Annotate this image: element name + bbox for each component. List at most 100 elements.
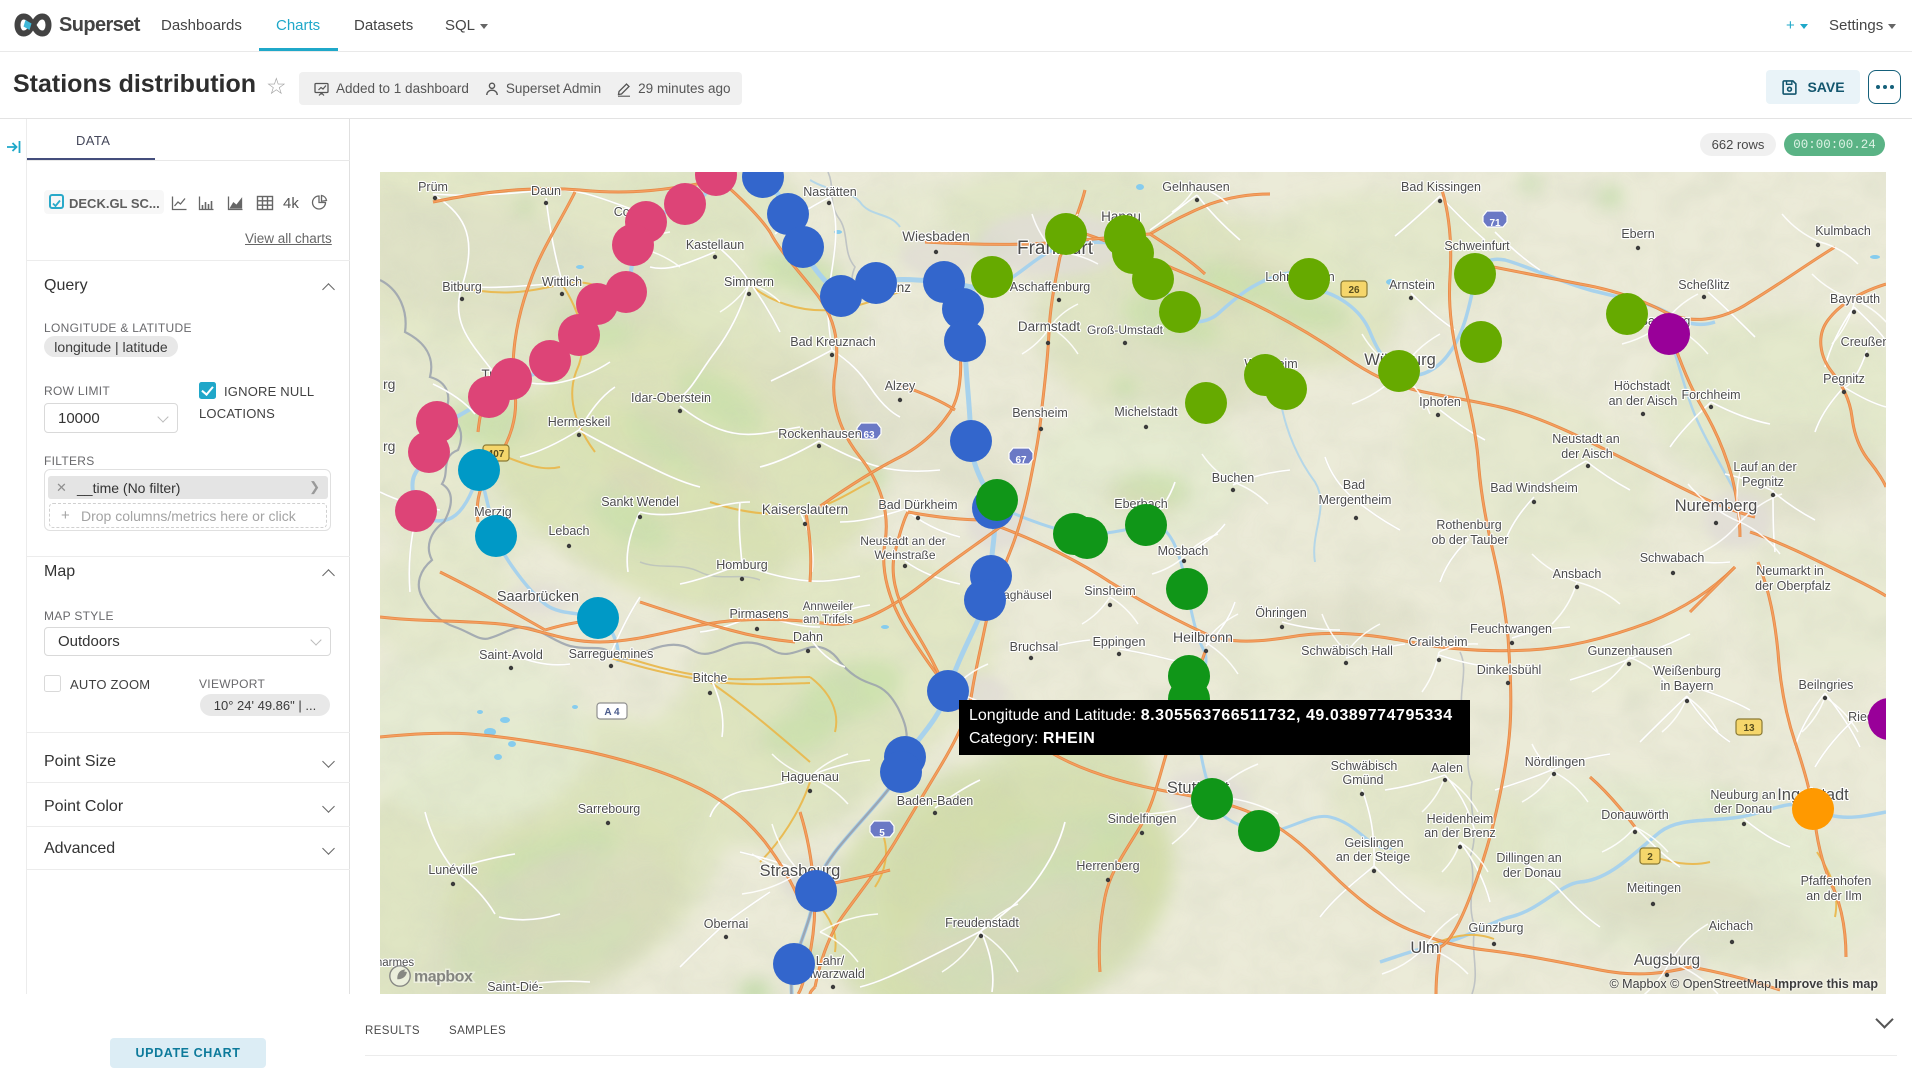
svg-text:Saint-Avold: Saint-Avold xyxy=(479,648,543,662)
svg-text:63: 63 xyxy=(863,430,875,441)
svg-text:Donauwörth: Donauwörth xyxy=(1601,808,1668,822)
svg-text:Kastellaun: Kastellaun xyxy=(686,238,744,252)
svg-text:der Oberpfalz: der Oberpfalz xyxy=(1755,579,1831,593)
svg-text:Meitingen: Meitingen xyxy=(1627,881,1681,895)
svg-text:A 4: A 4 xyxy=(604,707,620,718)
svg-text:an der Ilm: an der Ilm xyxy=(1806,889,1862,903)
svg-text:Eppingen: Eppingen xyxy=(1093,635,1146,649)
svg-text:Herrenberg: Herrenberg xyxy=(1076,859,1139,873)
svg-text:Günzburg: Günzburg xyxy=(1469,921,1524,935)
svg-text:an der Steige: an der Steige xyxy=(1336,850,1410,864)
svg-text:Öhringen: Öhringen xyxy=(1255,606,1306,620)
svg-text:Gmünd: Gmünd xyxy=(1343,773,1384,787)
svg-text:Simmern: Simmern xyxy=(724,275,774,289)
svg-text:Darmstadt: Darmstadt xyxy=(1018,319,1081,334)
svg-text:Bad: Bad xyxy=(1343,478,1365,492)
svg-text:Baden-Baden: Baden-Baden xyxy=(897,794,974,808)
svg-text:Wiesbaden: Wiesbaden xyxy=(902,229,970,244)
svg-text:Bad Dürkheim: Bad Dürkheim xyxy=(878,498,957,512)
svg-text:Neustadt an: Neustadt an xyxy=(1552,432,1619,446)
svg-text:Arnstein: Arnstein xyxy=(1389,278,1435,292)
svg-text:Creußen: Creußen xyxy=(1841,335,1886,349)
svg-text:Sindelfingen: Sindelfingen xyxy=(1108,812,1177,826)
svg-text:Bad Windsheim: Bad Windsheim xyxy=(1490,481,1578,495)
svg-text:Sarrebourg: Sarrebourg xyxy=(578,802,641,816)
svg-text:Rothenburg: Rothenburg xyxy=(1436,518,1501,532)
svg-text:Schwabach: Schwabach xyxy=(1640,551,1705,565)
svg-text:Homburg: Homburg xyxy=(716,558,767,572)
svg-text:71: 71 xyxy=(1489,218,1501,229)
svg-text:Lahr/: Lahr/ xyxy=(816,954,845,968)
svg-text:Dinkelsbühl: Dinkelsbühl xyxy=(1477,663,1542,677)
svg-text:Weißenburg: Weißenburg xyxy=(1653,664,1721,678)
svg-text:26: 26 xyxy=(1348,285,1360,296)
svg-text:Iphofen: Iphofen xyxy=(1419,395,1461,409)
svg-text:Wittlich: Wittlich xyxy=(542,275,582,289)
svg-text:Nastätten: Nastätten xyxy=(803,185,857,199)
svg-text:Ulm: Ulm xyxy=(1410,939,1439,957)
svg-text:5: 5 xyxy=(879,828,885,839)
svg-text:Schweinfurt: Schweinfurt xyxy=(1444,239,1510,253)
svg-text:Annweiler: Annweiler xyxy=(803,601,854,613)
svg-text:Dahn: Dahn xyxy=(793,630,823,644)
svg-text:Buchen: Buchen xyxy=(1212,471,1254,485)
svg-text:67: 67 xyxy=(1015,455,1027,466)
svg-text:Bitburg: Bitburg xyxy=(442,280,482,294)
svg-text:Alzey: Alzey xyxy=(885,379,916,393)
svg-text:Daun: Daun xyxy=(531,184,561,198)
svg-text:Groß-Umstadt: Groß-Umstadt xyxy=(1087,323,1164,337)
svg-text:in Bayern: in Bayern xyxy=(1661,679,1714,693)
svg-text:Scheßlitz: Scheßlitz xyxy=(1678,278,1729,292)
svg-text:Nördlingen: Nördlingen xyxy=(1525,755,1586,769)
svg-text:Geislingen: Geislingen xyxy=(1344,836,1403,850)
svg-text:Prüm: Prüm xyxy=(418,180,448,194)
svg-text:Freudenstadt: Freudenstadt xyxy=(945,916,1019,930)
svg-text:Heilbronn: Heilbronn xyxy=(1173,629,1233,645)
svg-text:Neumarkt in: Neumarkt in xyxy=(1756,564,1823,578)
svg-text:Heidenheim: Heidenheim xyxy=(1427,812,1494,826)
svg-text:Obernai: Obernai xyxy=(704,917,748,931)
svg-text:Forchheim: Forchheim xyxy=(1681,388,1740,402)
svg-text:Ebern: Ebern xyxy=(1621,227,1654,241)
svg-text:Beilngries: Beilngries xyxy=(1799,678,1854,692)
svg-text:an der Aisch: an der Aisch xyxy=(1609,394,1678,408)
svg-text:Bitche: Bitche xyxy=(693,671,728,685)
svg-text:Michelstadt: Michelstadt xyxy=(1114,405,1178,419)
svg-text:Gelnhausen: Gelnhausen xyxy=(1162,180,1229,194)
svg-text:Lauf an der: Lauf an der xyxy=(1733,460,1796,474)
svg-text:Aichach: Aichach xyxy=(1709,919,1754,933)
svg-text:Neuburg an: Neuburg an xyxy=(1710,788,1775,802)
svg-text:13: 13 xyxy=(1743,723,1755,734)
svg-text:der Donau: der Donau xyxy=(1714,802,1772,816)
svg-text:Dillingen an: Dillingen an xyxy=(1496,851,1561,865)
svg-text:rg: rg xyxy=(383,376,395,392)
svg-text:Pegnitz: Pegnitz xyxy=(1742,475,1784,489)
svg-text:Aalen: Aalen xyxy=(1431,761,1463,775)
svg-text:Idar-Oberstein: Idar-Oberstein xyxy=(631,391,711,405)
svg-text:Bayreuth: Bayreuth xyxy=(1830,292,1880,306)
svg-text:Schwäbisch: Schwäbisch xyxy=(1331,759,1398,773)
svg-text:der Donau: der Donau xyxy=(1503,866,1561,880)
svg-text:Weinstraße: Weinstraße xyxy=(874,548,935,562)
svg-text:Gunzenhausen: Gunzenhausen xyxy=(1588,644,1673,658)
svg-text:Pirmasens: Pirmasens xyxy=(729,607,788,621)
svg-text:Aschaffenburg: Aschaffenburg xyxy=(1010,280,1090,294)
svg-text:Kaiserslautern: Kaiserslautern xyxy=(762,502,848,517)
svg-text:Sinsheim: Sinsheim xyxy=(1084,584,1135,598)
svg-text:Haguenau: Haguenau xyxy=(781,770,839,784)
svg-text:Kulmbach: Kulmbach xyxy=(1815,224,1871,238)
svg-text:Saarbrücken: Saarbrücken xyxy=(497,589,579,605)
svg-text:Pfaffenhofen: Pfaffenhofen xyxy=(1801,874,1872,888)
svg-text:Mosbach: Mosbach xyxy=(1158,544,1209,558)
svg-text:Pegnitz: Pegnitz xyxy=(1823,372,1865,386)
svg-text:der Aisch: der Aisch xyxy=(1561,447,1612,461)
svg-text:Neustadt an der: Neustadt an der xyxy=(860,534,945,548)
svg-text:Crailsheim: Crailsheim xyxy=(1408,635,1467,649)
svg-text:Höchstadt: Höchstadt xyxy=(1614,379,1671,393)
svg-text:Rockenhausen: Rockenhausen xyxy=(778,427,861,441)
svg-text:Lunéville: Lunéville xyxy=(428,863,477,877)
svg-text:Sankt Wendel: Sankt Wendel xyxy=(601,495,679,509)
svg-text:Augsburg: Augsburg xyxy=(1634,952,1700,969)
svg-text:ob der Tauber: ob der Tauber xyxy=(1432,533,1509,547)
svg-text:Mergentheim: Mergentheim xyxy=(1319,493,1392,507)
